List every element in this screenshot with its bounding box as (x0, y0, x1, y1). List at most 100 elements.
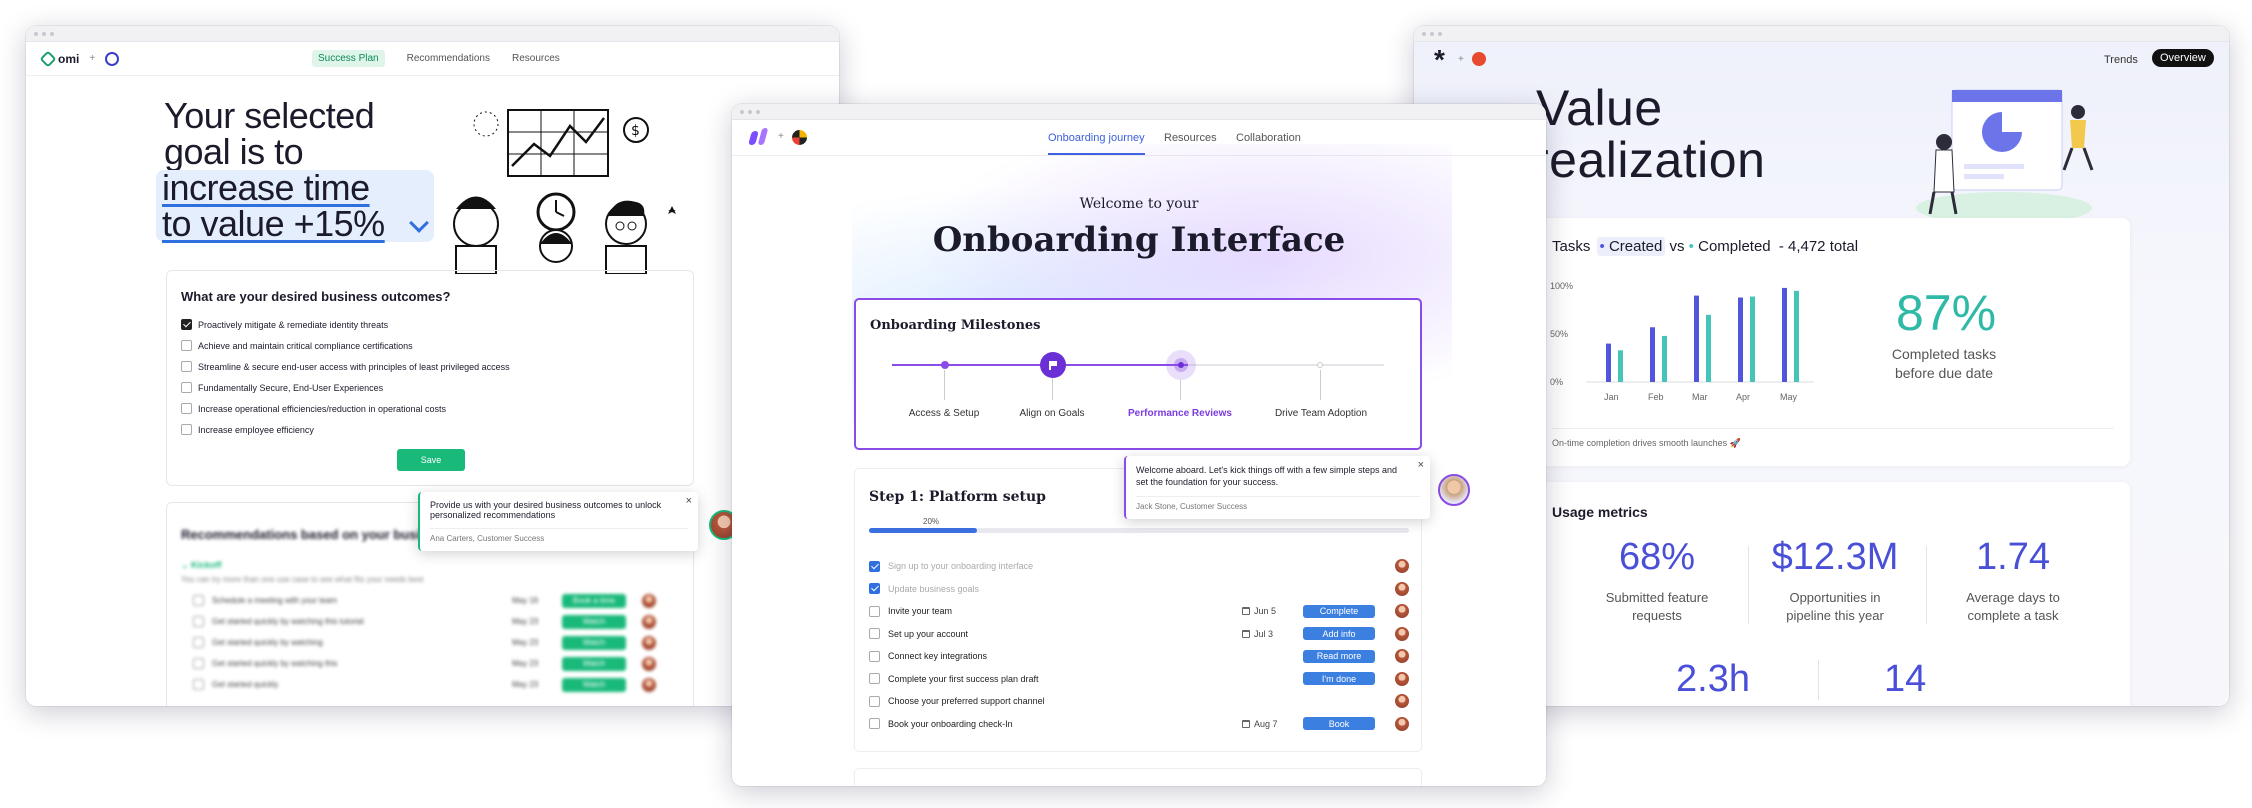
x-tick-label: Jan (1604, 392, 1619, 402)
page-title: Onboarding Interface (932, 220, 1346, 260)
x-tick-label: Apr (1736, 392, 1750, 402)
task-checkbox[interactable] (869, 695, 880, 707)
flag-icon (1049, 360, 1057, 370)
outcome-option[interactable]: Fundamentally Secure, End-User Experienc… (181, 377, 679, 398)
checkbox[interactable] (193, 616, 204, 627)
tasks-label: Tasks (1552, 238, 1591, 255)
tab-trends[interactable]: Trends (2104, 54, 2138, 66)
checkbox[interactable] (181, 361, 192, 372)
task-row: Invite your team Jun 5 Complete (869, 600, 1409, 623)
tab-success-plan[interactable]: Success Plan (312, 50, 385, 67)
task-row: Sign up to your onboarding interface (869, 555, 1410, 578)
bar-created (1782, 287, 1787, 382)
assignee-avatar[interactable] (1395, 649, 1409, 664)
milestone-flag-goals[interactable] (1040, 352, 1066, 378)
y-tick-label: 50% (1550, 329, 1568, 339)
task-action-button[interactable]: Add info (1303, 627, 1375, 641)
task-action-button[interactable]: Read more (1303, 649, 1375, 663)
outcome-label: Streamline & secure end-user access with… (198, 361, 510, 372)
recommendation-label: Get started quickly by watching this (212, 659, 338, 668)
task-checkbox[interactable] (869, 628, 880, 640)
recommendation-action-button[interactable]: Watch (562, 614, 626, 629)
outcome-option[interactable]: Achieve and maintain critical compliance… (181, 335, 679, 356)
recommendation-label: Get started quickly by watching this tut… (212, 617, 364, 626)
task-label: Connect key integrations (888, 651, 988, 662)
calendar-icon (1242, 607, 1251, 616)
tab-collaboration[interactable]: Collaboration (1236, 132, 1301, 144)
save-button[interactable]: Save (397, 449, 465, 471)
task-checkbox[interactable] (869, 605, 880, 617)
window-chrome (732, 104, 1546, 120)
goal-dropdown[interactable]: increase time to value +15% (156, 170, 434, 242)
avatar (642, 593, 656, 608)
tab-recommendations[interactable]: Recommendations (407, 53, 490, 64)
task-checkbox[interactable] (869, 583, 880, 595)
checkbox[interactable] (193, 658, 204, 669)
assignee-avatar[interactable] (1395, 716, 1409, 731)
outcome-option[interactable]: Streamline & secure end-user access with… (181, 356, 679, 377)
partner-logo-icon (105, 51, 120, 66)
avatar (642, 635, 656, 650)
assignee-avatar[interactable] (1395, 694, 1410, 709)
milestone-label-access: Access & Setup (908, 408, 980, 419)
bar-completed (1618, 350, 1623, 382)
outcome-option[interactable]: Proactively mitigate & remediate identit… (181, 314, 679, 335)
task-due-date: Aug 7 (1242, 719, 1303, 729)
task-checkbox[interactable] (869, 650, 880, 662)
checkbox[interactable] (193, 679, 204, 690)
metric-separator (1926, 546, 1927, 624)
outcome-option[interactable]: Increase employee efficiency (181, 419, 679, 440)
recommendation-action-button[interactable]: Watch (562, 656, 626, 671)
task-checkbox[interactable] (869, 560, 880, 572)
assignee-avatar[interactable] (1395, 671, 1409, 686)
outcomes-list: Proactively mitigate & remediate identit… (181, 314, 679, 440)
tab-overview[interactable]: Overview (2152, 49, 2214, 67)
checkbox[interactable] (181, 340, 192, 351)
plus-icon: + (1458, 54, 1464, 65)
legend-created[interactable]: • Created (1596, 237, 1666, 256)
legend-completed[interactable]: • Completed (1689, 238, 1771, 255)
hero-line-2: goal is to (164, 131, 304, 172)
checkbox[interactable] (193, 595, 204, 606)
recommendation-action-button[interactable]: Watch (562, 677, 626, 692)
task-action-slot: Complete (1303, 604, 1375, 618)
milestone-dot-adoption[interactable] (1317, 362, 1323, 368)
close-icon[interactable]: × (1418, 459, 1424, 471)
task-action-button[interactable]: Book (1303, 717, 1375, 731)
checkbox[interactable] (181, 424, 192, 435)
checkbox[interactable] (181, 403, 192, 414)
tab-resources[interactable]: Resources (1164, 132, 1217, 144)
checkbox[interactable] (181, 319, 192, 330)
recommendation-action-button[interactable]: Book a time (562, 593, 626, 608)
close-icon[interactable]: × (686, 495, 692, 507)
task-action-button[interactable]: Complete (1303, 604, 1375, 618)
checkbox[interactable] (193, 637, 204, 648)
x-tick-label: May (1780, 392, 1798, 402)
assignee-avatar[interactable] (1395, 626, 1409, 641)
top-nav: * + Trends Overview (1414, 42, 2229, 78)
milestone-dot-access[interactable] (941, 361, 949, 369)
plus-icon: + (89, 53, 96, 64)
tab-resources[interactable]: Resources (512, 53, 560, 64)
kickoff-section[interactable]: ⌄ Kickoff (181, 560, 679, 571)
milestone-label-goals: Align on Goals (1019, 408, 1085, 419)
top-nav: omi + Success Plan Recommendations Resou… (26, 42, 839, 76)
milestone-dot-reviews[interactable] (1166, 350, 1196, 380)
recommendation-action-button[interactable]: Watch (562, 635, 626, 650)
y-tick-label: 100% (1550, 281, 1573, 291)
csm-avatar[interactable] (1438, 474, 1470, 506)
assignee-avatar[interactable] (1395, 604, 1409, 619)
tooltip-signature: Jack Stone, Customer Success (1136, 496, 1420, 511)
task-checkbox[interactable] (869, 673, 880, 685)
assignee-avatar[interactable] (1395, 559, 1410, 574)
assignee-avatar[interactable] (1395, 581, 1410, 596)
task-checkbox[interactable] (869, 718, 880, 730)
brand-name: omi (58, 51, 80, 66)
checkbox[interactable] (181, 382, 192, 393)
task-action-button[interactable]: I'm done (1303, 672, 1375, 686)
hero-heading: Your selected goal is to increase time t… (156, 98, 434, 242)
outcome-option[interactable]: Increase operational efficiencies/reduct… (181, 398, 679, 419)
goal-highlight-1: increase time (162, 167, 370, 208)
y-tick-label: 0% (1550, 377, 1563, 387)
task-action-slot: Read more (1303, 649, 1375, 663)
